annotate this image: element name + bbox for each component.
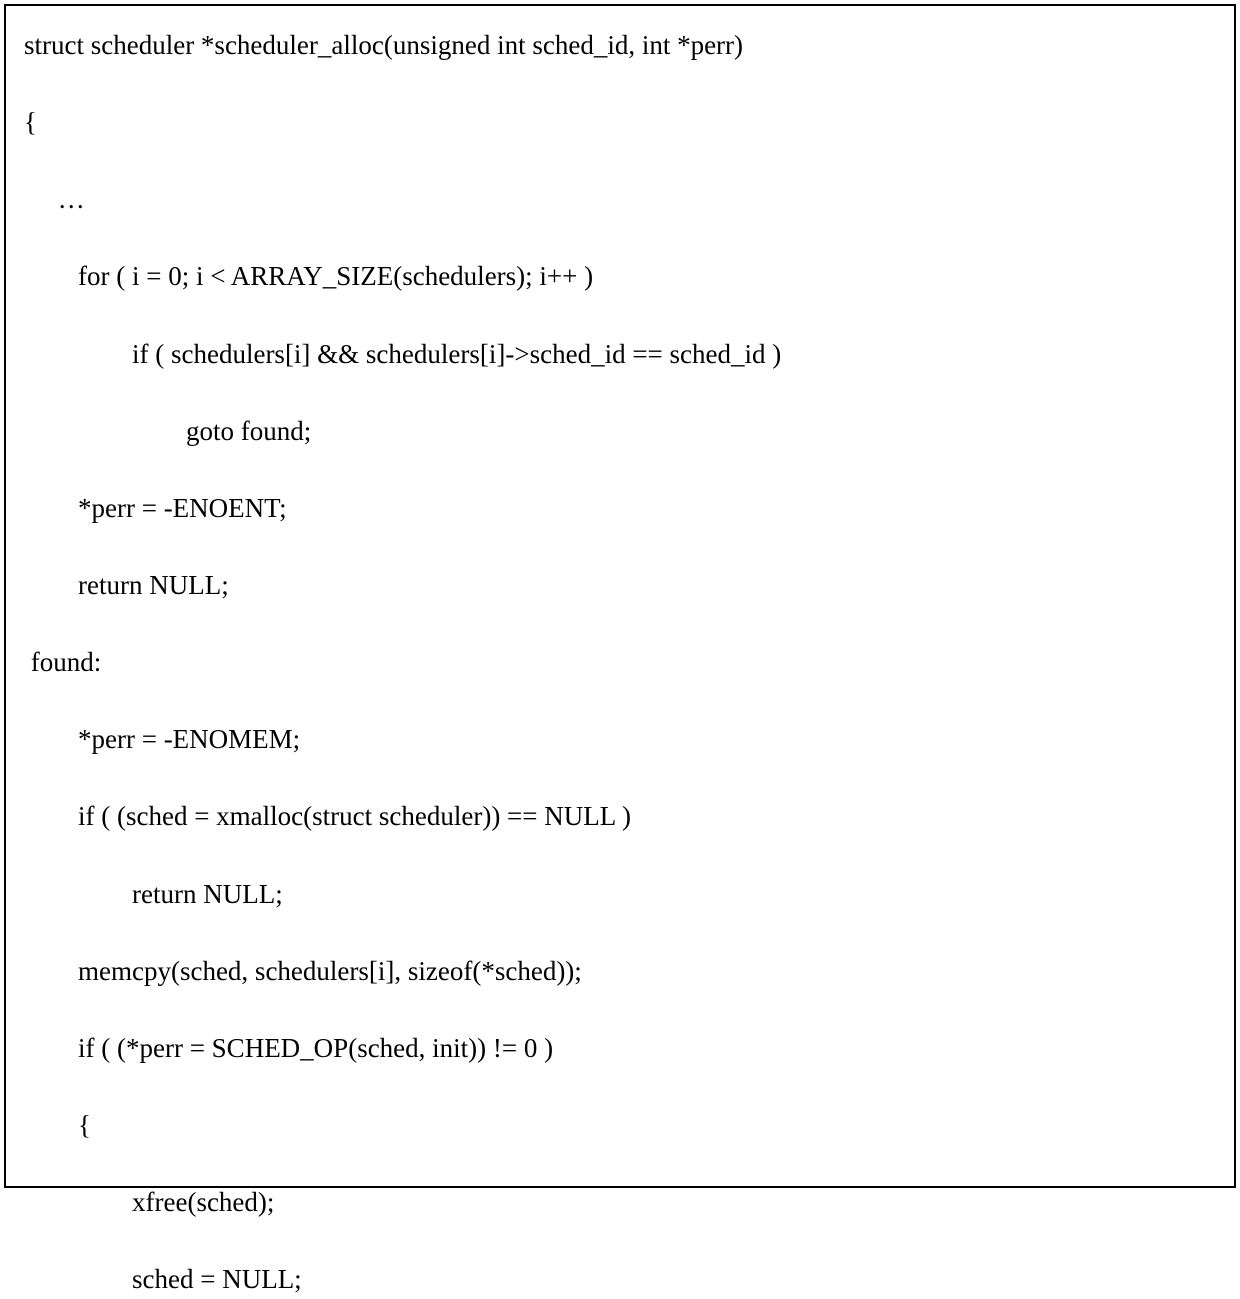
code-line: *perr = -ENOMEM; — [24, 720, 1216, 759]
code-line: … — [24, 180, 1216, 219]
code-line: memcpy(sched, schedulers[i], sizeof(*sch… — [24, 952, 1216, 991]
code-line: return NULL; — [24, 875, 1216, 914]
code-line: *perr = -ENOENT; — [24, 489, 1216, 528]
code-line: sched = NULL; — [24, 1260, 1216, 1299]
code-line: { — [24, 103, 1216, 142]
code-line: goto found; — [24, 412, 1216, 451]
code-line: struct scheduler *scheduler_alloc(unsign… — [24, 26, 1216, 65]
code-line: if ( schedulers[i] && schedulers[i]->sch… — [24, 335, 1216, 374]
code-container: struct scheduler *scheduler_alloc(unsign… — [4, 4, 1236, 1188]
code-line: found: — [24, 643, 1216, 682]
code-line: return NULL; — [24, 566, 1216, 605]
code-line: for ( i = 0; i < ARRAY_SIZE(schedulers);… — [24, 257, 1216, 296]
code-line: { — [24, 1106, 1216, 1145]
code-line: if ( (sched = xmalloc(struct scheduler))… — [24, 797, 1216, 836]
code-line: if ( (*perr = SCHED_OP(sched, init)) != … — [24, 1029, 1216, 1068]
code-line: xfree(sched); — [24, 1183, 1216, 1222]
